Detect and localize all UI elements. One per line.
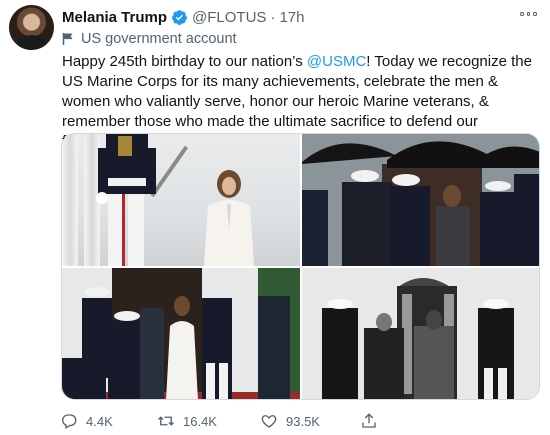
reply-count: 4.4K	[86, 413, 113, 429]
like-count: 93.5K	[286, 413, 320, 429]
government-label-text: US government account	[81, 31, 237, 47]
tweet-text-start: Happy 245th birthday to our nation’s	[62, 53, 307, 70]
tweet-actions: 4.4K 16.4K 93.5K	[60, 412, 480, 430]
share-icon	[362, 413, 376, 428]
timestamp[interactable]: 17h	[279, 9, 304, 26]
tweet-header: Melania Trump @FLOTUS · 17h	[62, 7, 304, 27]
retweet-icon	[158, 416, 174, 426]
share-button[interactable]	[360, 412, 386, 430]
first-lady-figure	[204, 170, 254, 266]
heart-icon	[261, 415, 277, 428]
avatar[interactable]	[9, 5, 54, 50]
mention-link[interactable]: @USMC	[307, 53, 366, 70]
like-button[interactable]: 93.5K	[260, 412, 320, 430]
doorway-scene	[302, 268, 539, 399]
photo-4[interactable]	[302, 268, 539, 399]
retweet-button[interactable]: 16.4K	[157, 412, 217, 430]
verified-badge-icon	[172, 9, 187, 25]
display-name[interactable]: Melania Trump	[62, 9, 167, 26]
photo-1[interactable]	[62, 134, 300, 266]
retweet-count: 16.4K	[183, 413, 217, 429]
photo-3[interactable]	[62, 268, 300, 399]
flag-icon	[62, 33, 73, 45]
reply-icon	[62, 414, 77, 429]
more-options-icon[interactable]	[520, 9, 538, 19]
photo-2[interactable]	[302, 134, 539, 266]
government-label[interactable]: US government account	[62, 30, 237, 48]
marine-guard-figure	[96, 134, 156, 266]
handle[interactable]: @FLOTUS	[192, 9, 266, 26]
umbrella-scene	[302, 134, 539, 266]
reply-button[interactable]: 4.4K	[60, 412, 113, 430]
media-grid	[61, 133, 540, 400]
salute-scene	[62, 268, 300, 399]
separator-dot: ·	[270, 8, 276, 26]
